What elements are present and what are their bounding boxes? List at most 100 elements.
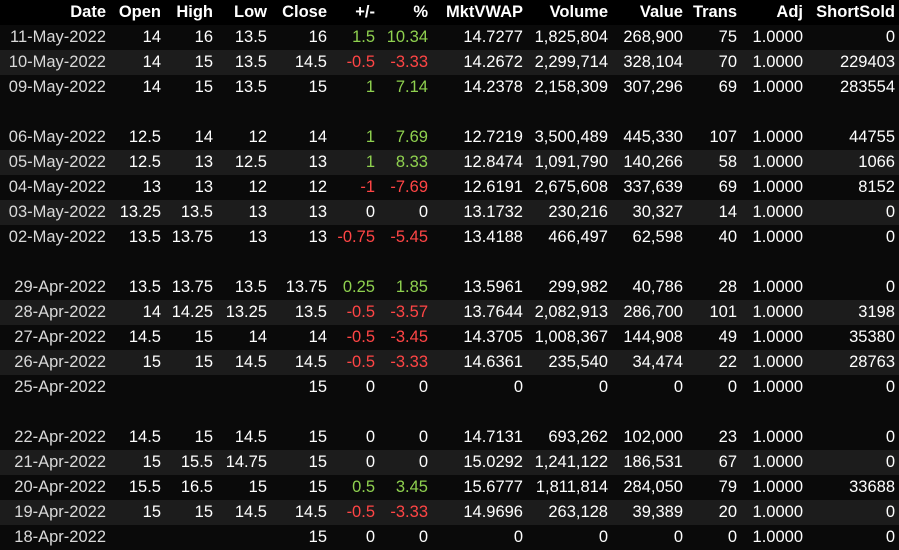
cell-change: -0.5 [331,300,379,325]
table-row[interactable]: 20-Apr-2022 15.5 16.5 15 15 0.5 3.45 15.6777 1,8… [0,475,899,500]
column-header-trans[interactable]: Trans [687,0,741,25]
cell-percent: -3.33 [379,350,432,375]
cell-mktvwap: 15.0292 [432,450,527,475]
table-row[interactable]: 19-Apr-2022 15 15 14.5 14.5 -0.5 -3.33 14.9696 2… [0,500,899,525]
column-header-close[interactable]: Close [271,0,331,25]
cell-trans: 20 [687,500,741,525]
cell-low: 14.5 [217,350,271,375]
cell-high: 13.75 [165,275,217,300]
cell-value: 0 [612,525,687,550]
empty-cell [331,400,379,425]
cell-volume: 693,262 [527,425,612,450]
empty-cell [807,100,899,125]
column-header-change[interactable]: +/- [331,0,379,25]
cell-adj: 1.0000 [741,50,807,75]
empty-cell [110,250,165,275]
cell-close: 13.75 [271,275,331,300]
cell-volume: 0 [527,375,612,400]
table-row[interactable]: 06-May-2022 12.5 14 12 14 1 7.69 12.7219 3,500,4… [0,125,899,150]
column-header-high[interactable]: High [165,0,217,25]
empty-cell [217,100,271,125]
column-header-shortsold[interactable]: ShortSold [807,0,899,25]
column-header-date[interactable]: Date [0,0,110,25]
table-row[interactable]: 04-May-2022 13 13 12 12 -1 -7.69 12.6191 2,675,6… [0,175,899,200]
empty-cell [527,400,612,425]
empty-cell [165,250,217,275]
cell-open: 15.5 [110,475,165,500]
cell-adj: 1.0000 [741,425,807,450]
empty-cell [110,100,165,125]
cell-change: 0 [331,425,379,450]
cell-trans: 22 [687,350,741,375]
column-header-percent[interactable]: % [379,0,432,25]
cell-high: 15 [165,50,217,75]
cell-close: 14.5 [271,50,331,75]
cell-percent: -7.69 [379,175,432,200]
cell-mktvwap: 12.6191 [432,175,527,200]
cell-open: 15 [110,500,165,525]
table-row[interactable]: 05-May-2022 12.5 13 12.5 13 1 8.33 12.8474 1,091… [0,150,899,175]
table-row[interactable]: 27-Apr-2022 14.5 15 14 14 -0.5 -3.45 14.3705 1,0… [0,325,899,350]
cell-date: 26-Apr-2022 [0,350,110,375]
table-row[interactable]: 02-May-2022 13.5 13.75 13 13 -0.75 -5.45 13.418… [0,225,899,250]
table-row[interactable]: 10-May-2022 14 15 13.5 14.5 -0.5 -3.33 14.2672 2… [0,50,899,75]
cell-date: 18-Apr-2022 [0,525,110,550]
cell-change: 0.5 [331,475,379,500]
cell-adj: 1.0000 [741,475,807,500]
column-header-volume[interactable]: Volume [527,0,612,25]
cell-low: 12 [217,175,271,200]
cell-adj: 1.0000 [741,375,807,400]
cell-mktvwap: 13.4188 [432,225,527,250]
empty-cell [165,400,217,425]
cell-date: 04-May-2022 [0,175,110,200]
cell-high: 15 [165,325,217,350]
cell-adj: 1.0000 [741,350,807,375]
cell-value: 34,474 [612,350,687,375]
cell-mktvwap: 12.7219 [432,125,527,150]
column-header-value[interactable]: Value [612,0,687,25]
cell-shortsold: 28763 [807,350,899,375]
table-row[interactable]: 22-Apr-2022 14.5 15 14.5 15 0 0 14.7131 693,262 1… [0,425,899,450]
cell-low: 12.5 [217,150,271,175]
cell-date: 20-Apr-2022 [0,475,110,500]
cell-value: 186,531 [612,450,687,475]
cell-date: 21-Apr-2022 [0,450,110,475]
cell-date: 05-May-2022 [0,150,110,175]
column-header-adj[interactable]: Adj [741,0,807,25]
empty-cell [165,100,217,125]
cell-shortsold: 283554 [807,75,899,100]
table-row[interactable]: 25-Apr-2022 15 0 0 0 0 0 0 1.0000 0 [0,375,899,400]
table-row[interactable]: 11-May-2022 14 16 13.5 16 1.5 10.34 14.7277 1,82… [0,25,899,50]
cell-shortsold: 1066 [807,150,899,175]
table-row[interactable]: 09-May-2022 14 15 13.5 15 1 7.14 14.2378 2,158,3… [0,75,899,100]
cell-high: 13.75 [165,225,217,250]
cell-change: 0.25 [331,275,379,300]
column-header-open[interactable]: Open [110,0,165,25]
cell-date: 28-Apr-2022 [0,300,110,325]
cell-trans: 75 [687,25,741,50]
table-row[interactable]: 29-Apr-2022 13.5 13.75 13.5 13.75 0.25 1.85 13.… [0,275,899,300]
empty-cell [807,400,899,425]
table-row[interactable]: 18-Apr-2022 15 0 0 0 0 0 0 1.0000 0 [0,525,899,550]
column-header-low[interactable]: Low [217,0,271,25]
column-header-mktvwap[interactable]: MktVWAP [432,0,527,25]
empty-cell [271,250,331,275]
cell-value: 328,104 [612,50,687,75]
table-row[interactable]: 28-Apr-2022 14 14.25 13.25 13.5 -0.5 -3.57 13.7… [0,300,899,325]
table-row[interactable]: 03-May-2022 13.25 13.5 13 13 0 0 13.1732 230,216… [0,200,899,225]
cell-volume: 235,540 [527,350,612,375]
cell-mktvwap: 13.7644 [432,300,527,325]
table-row[interactable]: 26-Apr-2022 15 15 14.5 14.5 -0.5 -3.33 14.6361 2… [0,350,899,375]
cell-mktvwap: 13.1732 [432,200,527,225]
cell-shortsold: 33688 [807,475,899,500]
cell-trans: 67 [687,450,741,475]
table-row[interactable]: 21-Apr-2022 15 15.5 14.75 15 0 0 15.0292 1,241,1… [0,450,899,475]
cell-volume: 2,082,913 [527,300,612,325]
cell-volume: 230,216 [527,200,612,225]
empty-cell [612,250,687,275]
cell-close: 15 [271,75,331,100]
cell-open: 14.5 [110,425,165,450]
cell-close: 13 [271,150,331,175]
cell-volume: 0 [527,525,612,550]
cell-value: 140,266 [612,150,687,175]
